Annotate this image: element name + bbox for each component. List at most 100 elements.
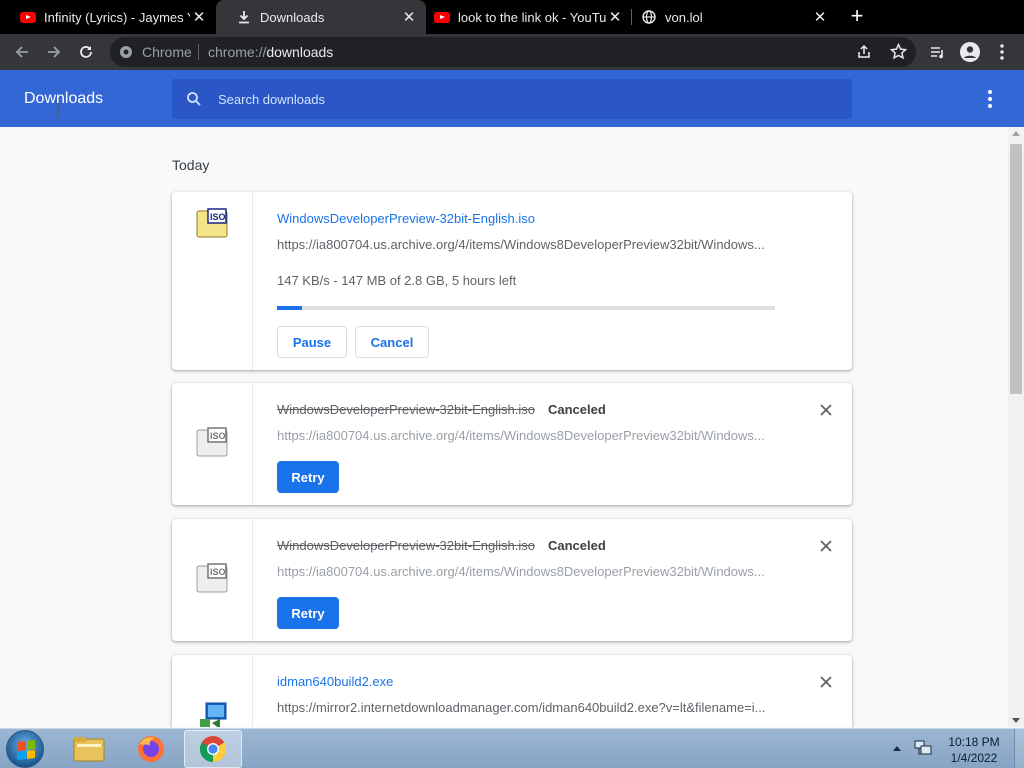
taskbar-explorer[interactable] <box>60 730 118 768</box>
search-input[interactable] <box>218 79 838 119</box>
download-item: ISO WindowsDeveloperPreview-32bit-Englis… <box>172 192 852 370</box>
iso-file-icon: ISO <box>196 563 228 593</box>
close-icon[interactable]: ✕ <box>190 8 208 26</box>
file-url-link[interactable]: https://ia800704.us.archive.org/4/items/… <box>277 237 777 252</box>
avatar-icon <box>960 42 980 62</box>
remove-item-button[interactable] <box>818 402 834 418</box>
clock-date: 1/4/2022 <box>950 751 998 765</box>
show-hidden-icons-arrow-icon[interactable] <box>893 746 901 751</box>
remove-item-button[interactable] <box>818 674 834 690</box>
url-path: downloads <box>266 44 334 60</box>
text-cursor-icon <box>56 103 60 117</box>
download-item: ISO WindowsDeveloperPreview-32bit-Englis… <box>172 383 852 505</box>
progress-bar <box>277 306 775 310</box>
tab-von-lol[interactable]: von.lol ✕ <box>621 0 837 34</box>
date-group-label: Today <box>172 157 210 173</box>
tab-title: von.lol <box>665 9 703 25</box>
close-icon <box>820 676 832 688</box>
more-actions-button[interactable] <box>980 88 1000 110</box>
search-icon <box>187 92 201 106</box>
scroll-down-arrow-icon[interactable] <box>1012 718 1020 723</box>
chrome-label: Chrome <box>142 44 192 60</box>
network-icon[interactable] <box>914 740 932 756</box>
url-scheme: chrome:// <box>208 44 267 60</box>
retry-button[interactable]: Retry <box>277 597 339 629</box>
new-tab-button[interactable]: + <box>846 5 868 28</box>
progress-status: 147 KB/s - 147 MB of 2.8 GB, 5 hours lef… <box>277 273 517 288</box>
address-bar[interactable]: Chrome chrome://downloads <box>110 37 916 67</box>
bookmark-star-icon[interactable] <box>889 42 908 65</box>
forward-button[interactable] <box>42 40 66 64</box>
tab-title: Downloads <box>260 9 325 25</box>
file-url-link[interactable]: https://ia800704.us.archive.org/4/items/… <box>277 564 777 579</box>
tab-title: Infinity (Lyrics) - Jaymes Yo <box>44 9 190 25</box>
windows-taskbar: 10:18 PM 1/4/2022 <box>0 728 1024 768</box>
chrome-icon <box>199 736 227 763</box>
page-title: Downloads <box>24 90 104 107</box>
tab-downloads[interactable]: Downloads ✕ <box>216 0 426 34</box>
chrome-icon <box>120 46 132 58</box>
arrow-left-icon <box>15 46 28 58</box>
idm-installer-icon <box>200 702 227 727</box>
svg-text:ISO: ISO <box>210 567 226 577</box>
status-label: Canceled <box>548 538 606 553</box>
cancel-button[interactable]: Cancel <box>355 326 429 358</box>
file-name: WindowsDeveloperPreview-32bit-English.is… <box>277 538 535 553</box>
profile-button[interactable] <box>958 40 982 64</box>
taskbar-chrome[interactable] <box>184 730 242 768</box>
system-clock[interactable]: 10:18 PM 1/4/2022 <box>944 734 1004 766</box>
back-button[interactable] <box>10 40 34 64</box>
browser-toolbar: Chrome chrome://downloads <box>0 34 1024 70</box>
status-label: Canceled <box>548 402 606 417</box>
clock-time: 10:18 PM <box>948 735 1000 749</box>
reload-icon <box>80 46 92 58</box>
scrollbar-thumb[interactable] <box>1010 144 1022 394</box>
more-vert-icon <box>1000 44 1004 60</box>
svg-text:ISO: ISO <box>210 431 226 441</box>
share-icon[interactable] <box>856 44 872 65</box>
svg-text:ISO: ISO <box>210 212 226 222</box>
youtube-icon <box>434 9 450 25</box>
progress-fill <box>277 306 302 310</box>
download-icon <box>236 9 252 25</box>
downloads-list: Today ISO WindowsDeveloperPreview-32bit-… <box>0 127 1008 727</box>
remove-item-button[interactable] <box>818 538 834 554</box>
search-box[interactable] <box>172 79 852 119</box>
tab-infinity-lyrics[interactable]: Infinity (Lyrics) - Jaymes Yo ✕ <box>0 0 216 34</box>
download-item: ISO WindowsDeveloperPreview-32bit-Englis… <box>172 519 852 641</box>
folder-icon <box>73 737 105 762</box>
page-scrollbar[interactable] <box>1008 127 1024 727</box>
media-control-button[interactable] <box>925 40 949 64</box>
omnibox-divider <box>198 44 199 60</box>
tab-look-to-the-link[interactable]: look to the link ok - YouTul ✕ <box>414 0 632 34</box>
tab-strip: Infinity (Lyrics) - Jaymes Yo ✕ Download… <box>0 0 1024 34</box>
youtube-icon <box>20 9 36 25</box>
iso-file-icon: ISO <box>196 427 228 457</box>
downloads-header: Downloads <box>0 70 1024 127</box>
file-name: WindowsDeveloperPreview-32bit-English.is… <box>277 402 535 417</box>
windows-logo-icon <box>17 740 35 760</box>
iso-file-icon: ISO <box>196 208 228 238</box>
browser-menu-button[interactable] <box>990 40 1014 64</box>
file-url-link[interactable]: https://ia800704.us.archive.org/4/items/… <box>277 428 777 443</box>
retry-button[interactable]: Retry <box>277 461 339 493</box>
reload-button[interactable] <box>74 40 98 64</box>
close-icon <box>820 404 832 416</box>
file-name-link[interactable]: WindowsDeveloperPreview-32bit-English.is… <box>277 211 535 226</box>
close-icon <box>820 540 832 552</box>
download-item: idman640build2.exe https://mirror2.inter… <box>172 655 852 727</box>
firefox-icon <box>138 736 164 762</box>
url-text[interactable]: chrome://downloads <box>208 44 333 60</box>
pause-button[interactable]: Pause <box>277 326 347 358</box>
tab-title: look to the link ok - YouTul <box>458 9 606 25</box>
playlist-icon <box>931 47 943 59</box>
taskbar-firefox[interactable] <box>122 730 180 768</box>
file-name-link[interactable]: idman640build2.exe <box>277 674 393 689</box>
arrow-right-icon <box>48 46 61 58</box>
close-icon[interactable]: ✕ <box>811 8 829 26</box>
globe-icon <box>641 9 657 25</box>
start-button[interactable] <box>6 730 44 768</box>
file-url-link[interactable]: https://mirror2.internetdownloadmanager.… <box>277 700 777 715</box>
show-desktop-button[interactable] <box>1014 729 1024 768</box>
scroll-up-arrow-icon[interactable] <box>1012 131 1020 136</box>
